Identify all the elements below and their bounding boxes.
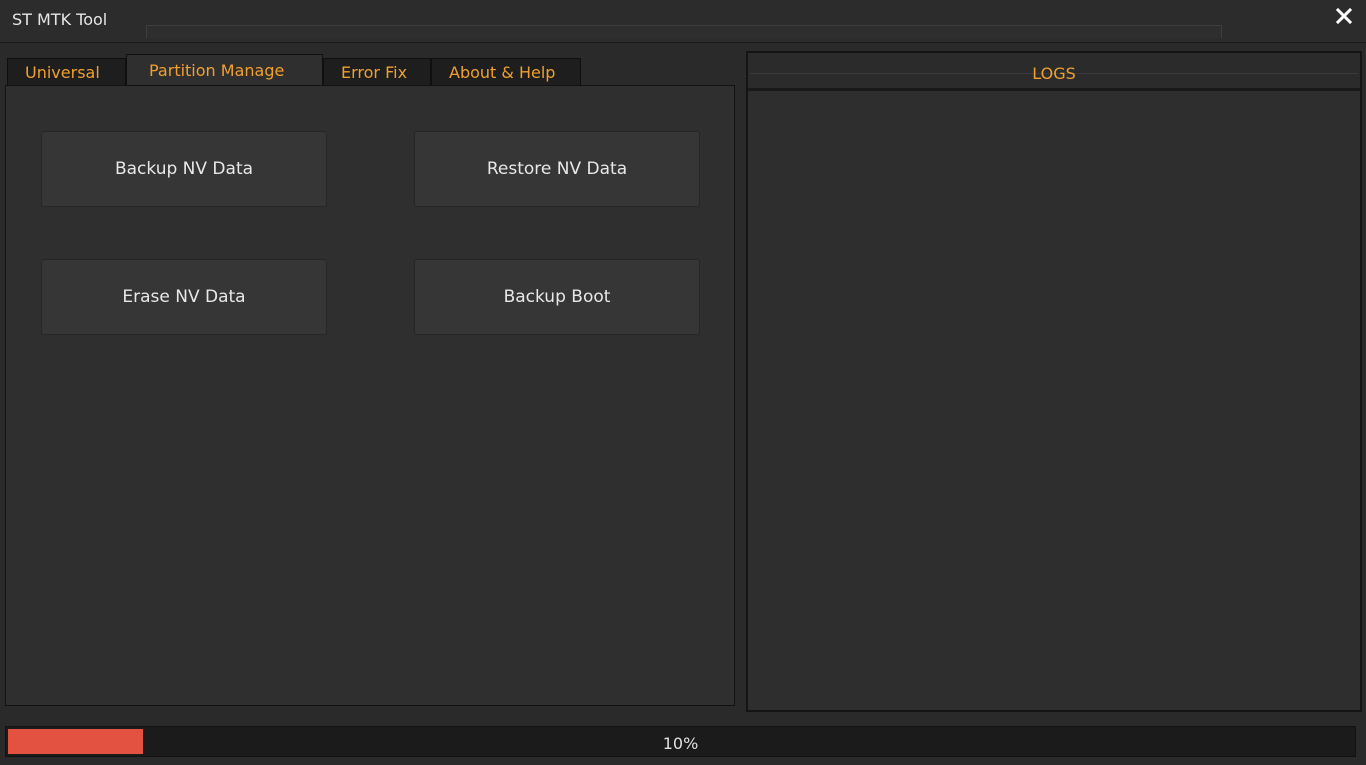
backup-boot-button[interactable]: Backup Boot	[414, 259, 700, 335]
backup-nv-data-button[interactable]: Backup NV Data	[41, 131, 327, 207]
logs-panel: LOGS	[746, 51, 1362, 712]
logs-output-area[interactable]	[748, 91, 1360, 710]
app-window: ST MTK Tool Universal Partition Manage E…	[0, 0, 1366, 765]
tab-partition-manage[interactable]: Partition Manage	[126, 54, 323, 86]
close-icon	[1335, 7, 1353, 25]
title-bar: ST MTK Tool	[0, 0, 1366, 43]
window-title: ST MTK Tool	[12, 10, 108, 29]
tab-error-fix[interactable]: Error Fix	[323, 58, 431, 86]
erase-nv-data-button[interactable]: Erase NV Data	[41, 259, 327, 335]
partition-manage-panel: Backup NV Data Restore NV Data Erase NV …	[5, 85, 735, 706]
restore-nv-data-button[interactable]: Restore NV Data	[414, 131, 700, 207]
logs-title: LOGS	[1032, 64, 1076, 83]
progress-label: 10%	[662, 734, 699, 753]
close-button[interactable]	[1334, 5, 1354, 27]
tab-universal[interactable]: Universal	[7, 58, 126, 86]
title-bar-track	[146, 25, 1222, 38]
progress-bar: 10%	[5, 726, 1356, 757]
logs-header: LOGS	[748, 53, 1360, 91]
tab-about-help[interactable]: About & Help	[431, 58, 581, 86]
tab-bar: Universal Partition Manage Error Fix Abo…	[7, 54, 581, 86]
